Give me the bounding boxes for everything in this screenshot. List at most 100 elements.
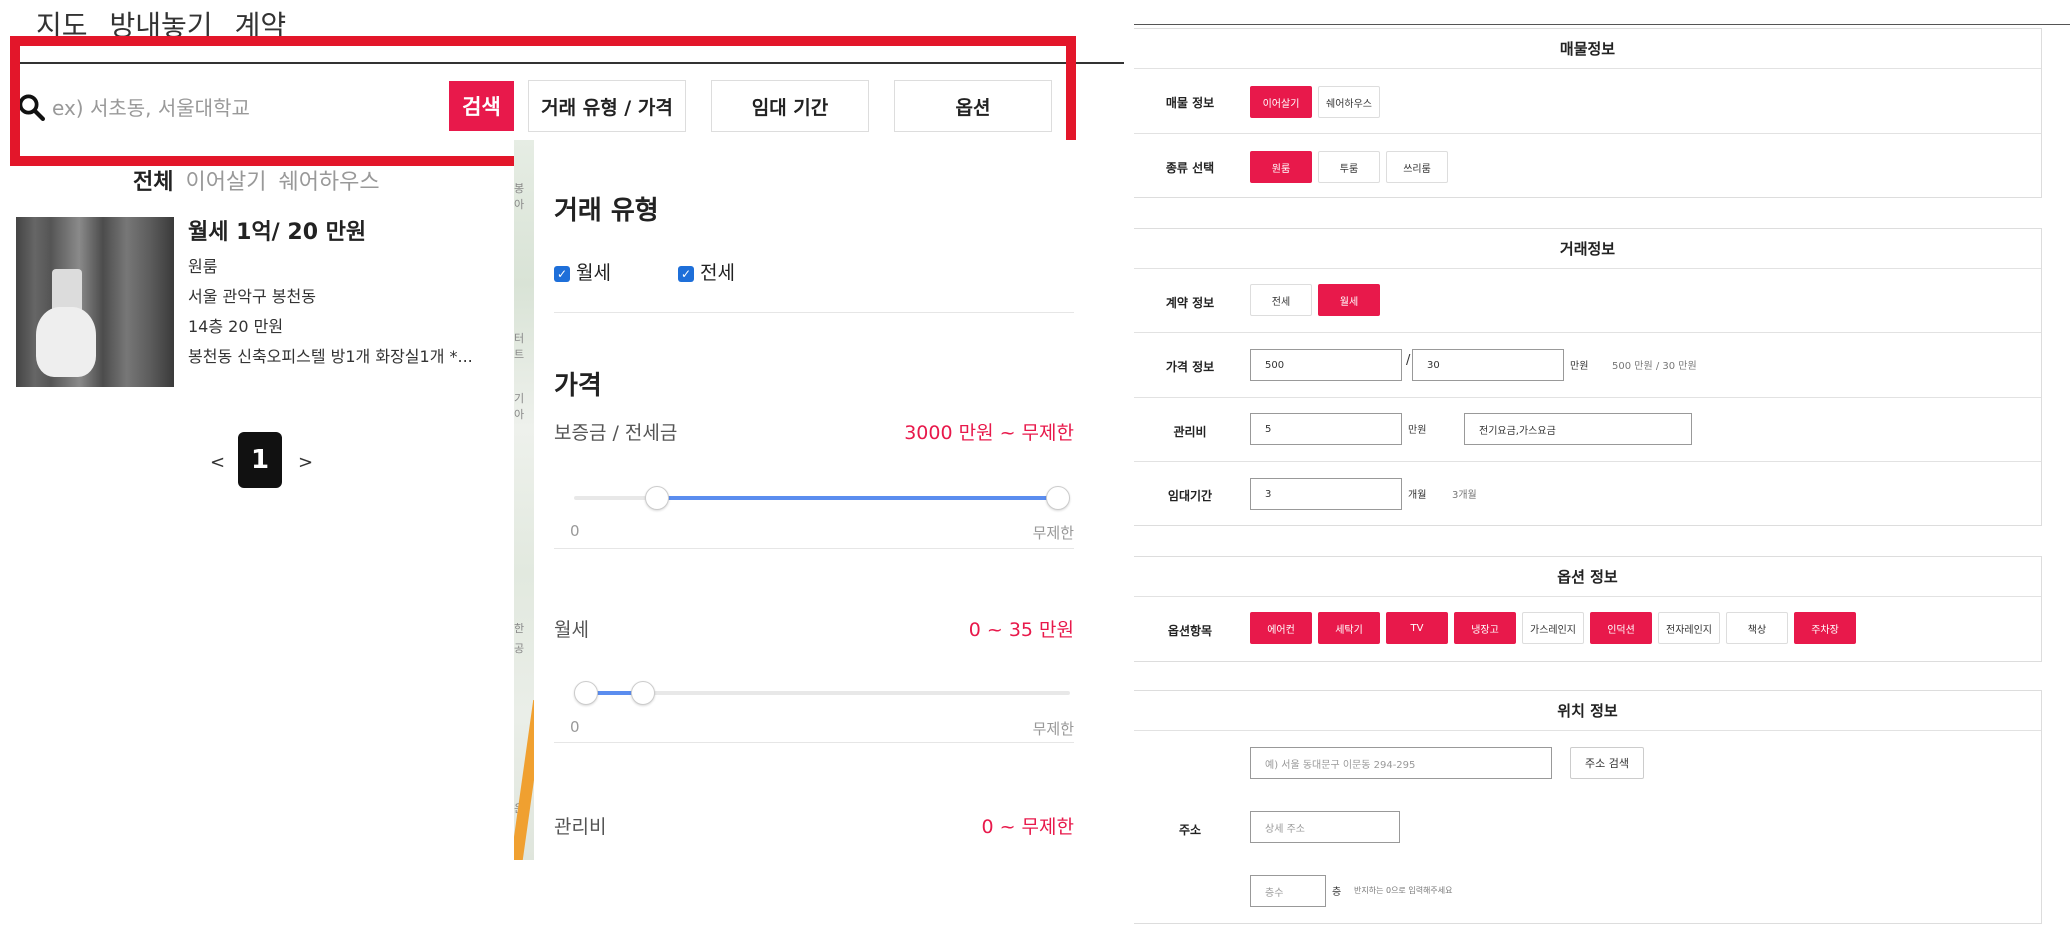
property-info-row: 매물 정보 이어살기 쉐어하우스 [1134, 69, 2041, 134]
row-label: 계약 정보 [1165, 296, 1215, 310]
options-row: 옵션항목 에어컨 세탁기 TV 냉장고 가스레인지 인덕션 전자레인지 책상 주차장 [1134, 597, 2041, 662]
option-three-room[interactable]: 쓰리룸 [1386, 151, 1448, 183]
slider-max-handle[interactable] [630, 681, 655, 705]
jeonse-checkbox-label: 전세 [700, 262, 735, 284]
location-section: 위치 정보 주소 예) 서울 동대문구 이문동 294-295 주소 검색 상세… [1134, 690, 2042, 924]
row-label: 매물 정보 [1165, 96, 1215, 110]
tab-continue-living[interactable]: 이어살기 [185, 164, 266, 196]
row-label: 임대기간 [1167, 489, 1213, 503]
map-strip[interactable]: 봉 아 터 트 기 아 한 공 은 [514, 140, 534, 860]
divider [554, 548, 1074, 549]
option-continue-living[interactable]: 이어살기 [1250, 86, 1312, 118]
map-label: 아 [514, 408, 525, 421]
deal-info-section: 거래정보 계약 정보 전세 월세 가격 정보 500 / 30 만원 500 만… [1134, 228, 2042, 526]
section-title: 옵션 정보 [1134, 557, 2041, 597]
option-gas-range[interactable]: 가스레인지 [1522, 612, 1584, 644]
pagination-next[interactable]: > [298, 452, 313, 473]
detail-address-input[interactable]: 상세 주소 [1250, 811, 1400, 843]
price-summary: 500 만원 / 30 만원 [1612, 361, 1697, 372]
option-tv[interactable]: TV [1386, 612, 1448, 644]
pagination-prev[interactable]: < [210, 452, 225, 473]
option-jeonse[interactable]: 전세 [1250, 284, 1312, 316]
lease-period-input[interactable]: 3 [1250, 478, 1402, 510]
price-title: 가격 [554, 371, 602, 401]
address-input[interactable]: 예) 서울 동대문구 이문동 294-295 [1250, 747, 1552, 779]
divider [554, 742, 1074, 743]
room-kind-row: 종류 선택 원룸 투룸 쓰리룸 [1134, 134, 2041, 198]
divider [554, 312, 1074, 313]
checkbox-checked-icon: ✓ [678, 265, 694, 282]
rent-slider[interactable] [574, 681, 1070, 705]
option-microwave[interactable]: 전자레인지 [1658, 612, 1720, 644]
rent-min-tick: 0 [570, 718, 580, 736]
option-aircon[interactable]: 에어컨 [1250, 612, 1312, 644]
unit-label: 개월 [1408, 490, 1427, 501]
price-row: 가격 정보 500 / 30 만원 500 만원 / 30 만원 [1134, 333, 2041, 398]
map-label: 아 [514, 198, 525, 211]
row-label: 관리비 [1173, 425, 1207, 439]
slider-min-handle[interactable] [644, 486, 669, 510]
deposit-min-tick: 0 [570, 522, 580, 540]
option-induction[interactable]: 인덕션 [1590, 612, 1652, 644]
checkbox-checked-icon: ✓ [554, 265, 570, 282]
maintenance-fee-input[interactable]: 5 [1250, 413, 1402, 445]
tab-all[interactable]: 전체 [133, 164, 173, 196]
listing-description: 봉천동 신축오피스텔 방1개 화장실1개 *... [188, 347, 473, 366]
row-label: 가격 정보 [1165, 360, 1215, 374]
slider-min-handle[interactable] [574, 681, 598, 705]
map-label: 공 [514, 642, 525, 655]
address-search-button[interactable]: 주소 검색 [1570, 747, 1644, 779]
map-label: 터 [514, 332, 525, 345]
monthly-checkbox[interactable]: ✓ 월세 [554, 258, 611, 285]
row-label: 종류 선택 [1165, 161, 1215, 175]
trade-type-title: 거래 유형 [554, 196, 659, 226]
option-parking[interactable]: 주차장 [1794, 612, 1856, 644]
unit-label: 만원 [1408, 425, 1427, 436]
section-title: 거래정보 [1134, 229, 2041, 269]
listing-room-type: 원룸 [188, 257, 218, 276]
floor-input[interactable]: 층수 [1250, 875, 1326, 907]
listing-address: 서울 관악구 봉천동 [188, 287, 316, 306]
period-summary: 3개월 [1452, 490, 1477, 501]
pagination-current[interactable]: 1 [238, 432, 282, 488]
options-section: 옵션 정보 옵션항목 에어컨 세탁기 TV 냉장고 가스레인지 인덕션 전자레인지 책상 주차장 [1134, 556, 2042, 662]
rent-label: 월세 [554, 619, 589, 641]
deposit-input[interactable]: 500 [1250, 349, 1402, 381]
rent-input[interactable]: 30 [1412, 349, 1564, 381]
rent-range-value: 0 ~ 35 만원 [968, 619, 1074, 641]
listing-floor-price: 14층 20 만원 [188, 317, 284, 336]
deposit-max-tick: 무제한 [1032, 524, 1074, 542]
trade-price-filter-panel: 거래 유형 ✓ 월세 ✓ 전세 가격 보증금 / 전세금 3000 만원 ~ 무제한… [534, 140, 1094, 860]
row-label: 주소 [1178, 823, 1202, 837]
option-one-room[interactable]: 원룸 [1250, 151, 1312, 183]
left-app-panel: 지도 방내놓기 계약 검색 거래 유형 / 가격 임대 기간 옵션 전체 이어살… [0, 0, 1124, 860]
listing-thumbnail[interactable] [16, 217, 174, 387]
option-washer[interactable]: 세탁기 [1318, 612, 1380, 644]
maintenance-items-input[interactable]: 전기요금,가스요금 [1464, 413, 1692, 445]
listing-tabs: 전체 이어살기 쉐어하우스 [133, 164, 380, 196]
unit-label: 만원 [1570, 361, 1589, 372]
tab-share-house[interactable]: 쉐어하우스 [278, 164, 379, 196]
monthly-checkbox-label: 월세 [576, 262, 611, 284]
option-share-house[interactable]: 쉐어하우스 [1318, 86, 1380, 118]
deposit-slider[interactable] [574, 486, 1070, 510]
rent-max-tick: 무제한 [1032, 720, 1074, 738]
jeonse-checkbox[interactable]: ✓ 전세 [678, 258, 735, 285]
listing-title[interactable]: 월세 1억/ 20 만원 [188, 214, 366, 246]
option-desk[interactable]: 책상 [1726, 612, 1788, 644]
option-monthly[interactable]: 월세 [1318, 284, 1380, 316]
fee-range-value: 0 ~ 무제한 [981, 816, 1074, 838]
slash-separator: / [1406, 353, 1411, 368]
slider-max-handle[interactable] [1046, 486, 1070, 510]
option-fridge[interactable]: 냉장고 [1454, 612, 1516, 644]
deposit-range-value: 3000 만원 ~ 무제한 [904, 422, 1074, 444]
map-label: 봉 [514, 182, 525, 195]
lease-period-row: 임대기간 3 개월 3개월 [1134, 462, 2041, 526]
option-two-room[interactable]: 투룸 [1318, 151, 1380, 183]
map-label: 기 [514, 392, 525, 405]
property-info-section: 매물정보 매물 정보 이어살기 쉐어하우스 종류 선택 원룸 투룸 쓰리룸 [1134, 28, 2042, 198]
section-title: 매물정보 [1134, 29, 2041, 69]
deposit-label: 보증금 / 전세금 [554, 422, 678, 444]
slider-fill [656, 496, 1058, 500]
fee-label: 관리비 [554, 816, 607, 838]
